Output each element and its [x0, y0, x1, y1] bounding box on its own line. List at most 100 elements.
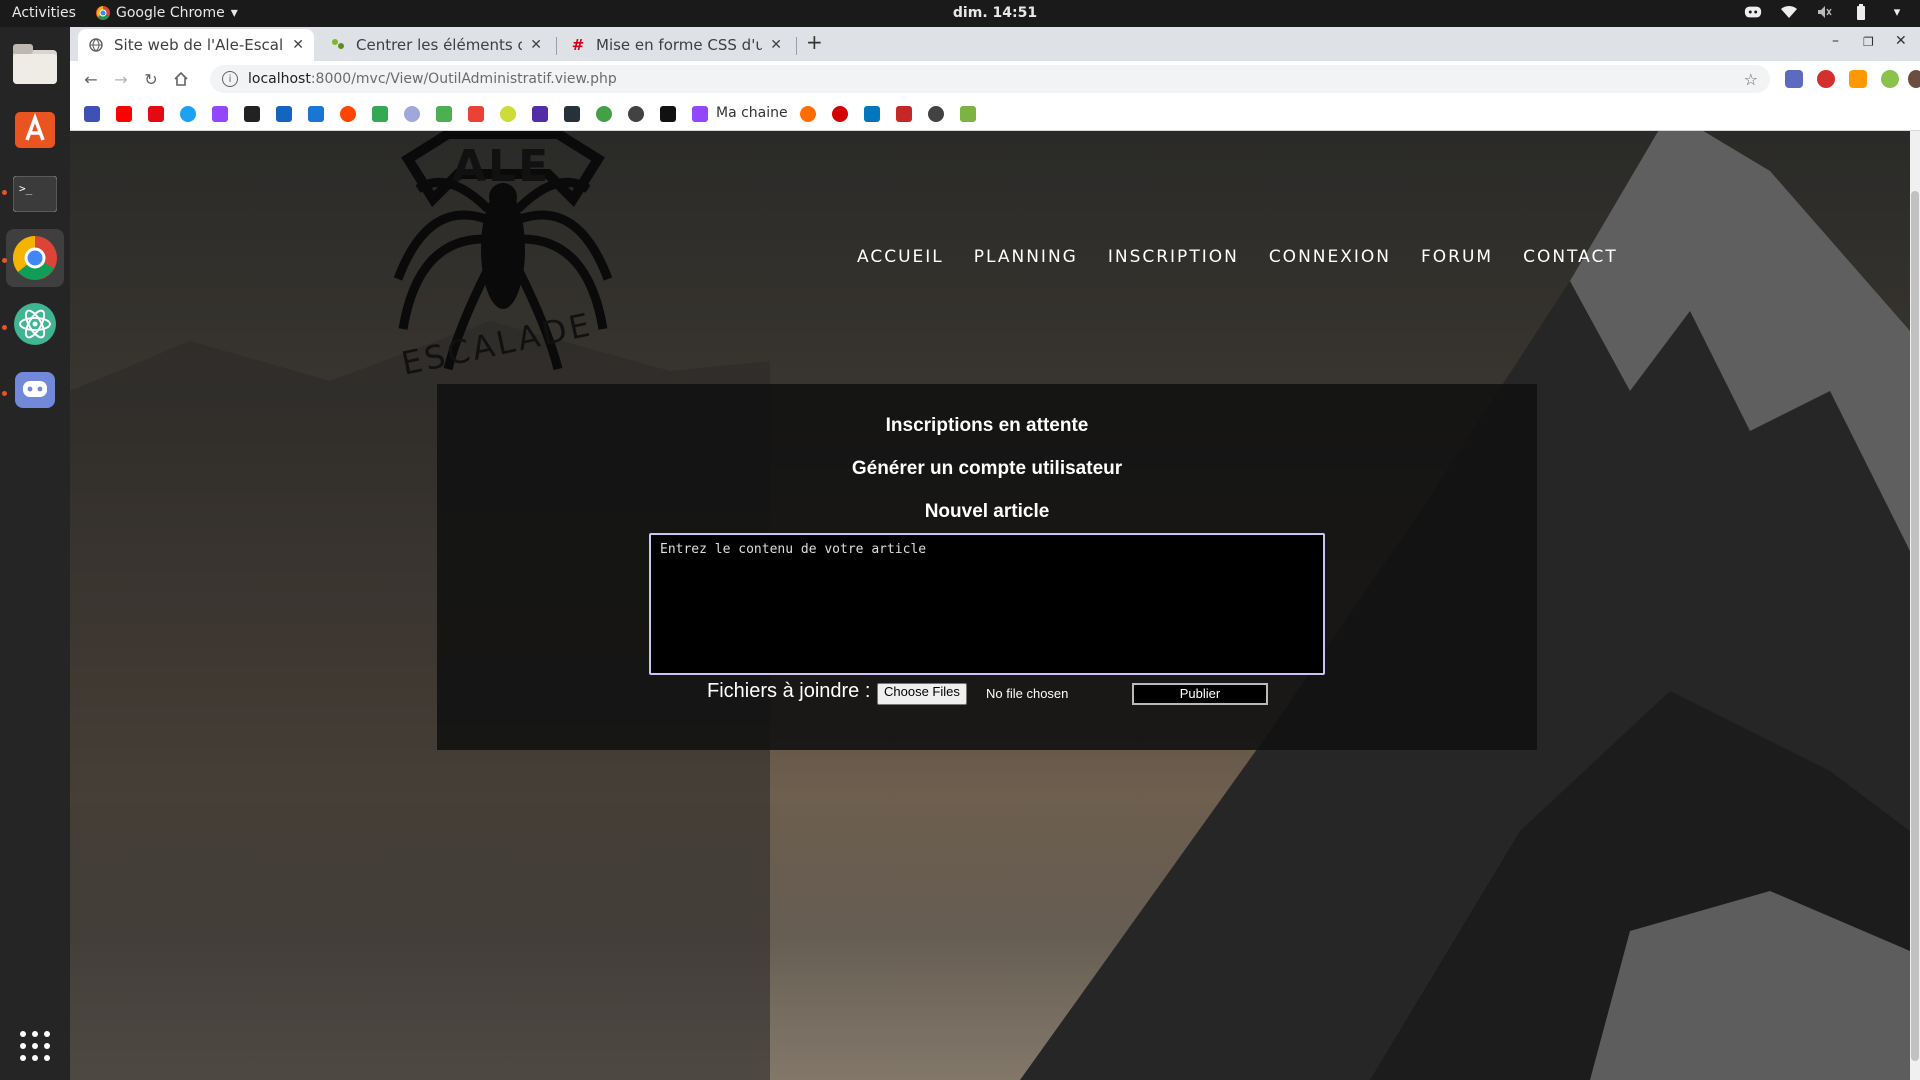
address-bar[interactable]: i localhost :8000/mvc/View/OutilAdminist… — [210, 65, 1770, 93]
dock: >_ — [0, 27, 70, 1080]
gif-icon[interactable] — [308, 106, 324, 122]
ubuntu-software-icon — [15, 112, 55, 148]
logo-text-ale: ALE — [452, 141, 551, 192]
bookmark-icon[interactable] — [84, 106, 100, 122]
tab-ale-escalade[interactable]: Site web de l'Ale-Escalade ✕ — [78, 29, 314, 61]
nav-forum[interactable]: FORUM — [1421, 247, 1493, 267]
bookmark-icon[interactable] — [896, 106, 912, 122]
tab-title: Centrer les éléments ou u — [356, 36, 523, 54]
minimize-icon[interactable]: – — [1832, 33, 1839, 49]
bookmark-icon[interactable] — [244, 106, 260, 122]
bookmark-icon[interactable] — [660, 106, 676, 122]
clock[interactable]: dim. 14:51 — [0, 5, 1920, 21]
home-icon[interactable] — [170, 68, 192, 90]
show-apps-icon — [20, 1031, 50, 1061]
atom-icon — [14, 303, 56, 345]
bookmark-icon[interactable] — [864, 106, 880, 122]
nav-accueil[interactable]: ACCUEIL — [857, 247, 944, 267]
close-window-icon[interactable]: ✕ — [1895, 33, 1907, 49]
globe-icon — [88, 37, 104, 53]
tab-centrer-elements[interactable]: Centrer les éléments ou u ✕ — [320, 29, 552, 61]
bookmark-star-icon[interactable]: ☆ — [1744, 70, 1758, 89]
site-info-icon[interactable]: i — [222, 71, 238, 87]
no-file-chosen-text: No file chosen — [986, 686, 1069, 701]
openclassrooms-icon — [330, 37, 346, 53]
url-host: localhost — [248, 71, 311, 87]
gmail-icon[interactable] — [468, 106, 484, 122]
tab-title: Mise en forme CSS d'un fo — [596, 36, 763, 54]
twitch-icon[interactable] — [692, 106, 708, 122]
tab-title: Site web de l'Ale-Escalade — [114, 36, 284, 54]
tab-strip: Site web de l'Ale-Escalade ✕ Centrer les… — [70, 27, 1920, 61]
wifi-icon[interactable] — [1780, 4, 1798, 20]
extension-icon[interactable] — [1881, 70, 1899, 88]
generate-account-link[interactable]: Générer un compte utilisateur — [437, 458, 1537, 480]
hash-icon: # — [571, 36, 585, 54]
google-drive-icon[interactable] — [372, 106, 388, 122]
bookmark-icon[interactable] — [276, 106, 292, 122]
bookmark-icon[interactable] — [596, 106, 612, 122]
discord-tray-icon[interactable] — [1744, 4, 1762, 20]
netflix-icon[interactable] — [148, 106, 164, 122]
discord-launcher[interactable] — [6, 361, 64, 419]
discord-icon — [15, 372, 55, 408]
bookmark-icon[interactable] — [960, 106, 976, 122]
close-tab-icon[interactable]: ✕ — [770, 37, 782, 53]
system-tray[interactable]: ▾ — [1744, 4, 1906, 20]
choose-files-button[interactable]: Choose Files — [877, 683, 967, 705]
scrollbar-thumb[interactable] — [1911, 191, 1919, 1061]
avatar[interactable] — [1908, 70, 1920, 88]
adblock-icon[interactable] — [1817, 70, 1835, 88]
files-launcher[interactable] — [6, 35, 64, 93]
admin-panel: Inscriptions en attente Générer un compt… — [437, 384, 1537, 750]
atom-launcher[interactable] — [6, 295, 64, 353]
pending-registrations-link[interactable]: Inscriptions en attente — [437, 415, 1537, 437]
volume-icon[interactable] — [1816, 4, 1834, 20]
site-navigation: ACCUEIL PLANNING INSCRIPTION CONNEXION F… — [857, 247, 1618, 267]
bookmark-ma-chaine[interactable]: Ma chaine — [716, 105, 788, 121]
browser-window: Site web de l'Ale-Escalade ✕ Centrer les… — [70, 27, 1920, 131]
tab-separator — [796, 37, 797, 55]
bookmark-icon[interactable] — [800, 106, 816, 122]
bookmark-icon[interactable] — [500, 106, 516, 122]
nav-connexion[interactable]: CONNEXION — [1269, 247, 1391, 267]
close-tab-icon[interactable]: ✕ — [530, 37, 542, 53]
bookmark-icon[interactable] — [628, 106, 644, 122]
battery-icon[interactable] — [1852, 4, 1870, 20]
youtube-icon[interactable] — [116, 106, 132, 122]
nav-inscription[interactable]: INSCRIPTION — [1108, 247, 1239, 267]
new-tab-icon[interactable]: + — [806, 30, 823, 54]
back-icon[interactable]: ← — [80, 68, 102, 90]
publish-button[interactable]: Publier — [1132, 683, 1268, 705]
reload-icon[interactable]: ↻ — [140, 68, 162, 90]
bookmark-icon[interactable] — [532, 106, 548, 122]
chrome-launcher[interactable] — [6, 229, 64, 287]
attach-files-label: Fichiers à joindre : — [707, 680, 871, 702]
extension-icon[interactable] — [1849, 70, 1867, 88]
bookmark-icon[interactable] — [404, 106, 420, 122]
forward-icon[interactable]: → — [110, 68, 132, 90]
page-scrollbar[interactable] — [1910, 131, 1920, 1080]
bookmark-icon[interactable] — [564, 106, 580, 122]
chevron-down-icon[interactable]: ▾ — [1888, 4, 1906, 20]
chrome-icon — [12, 235, 57, 280]
new-article-heading: Nouvel article — [924, 501, 1050, 522]
article-textarea[interactable]: Entrez le contenu de votre article — [649, 533, 1325, 675]
bookmark-icon[interactable] — [928, 106, 944, 122]
url-path: :8000/mvc/View/OutilAdministratif.view.p… — [310, 71, 617, 87]
reddit-icon[interactable] — [340, 106, 356, 122]
show-applications-button[interactable] — [6, 1017, 64, 1075]
nav-planning[interactable]: PLANNING — [974, 247, 1078, 267]
bookmark-icon[interactable] — [436, 106, 452, 122]
close-tab-icon[interactable]: ✕ — [292, 37, 304, 53]
nav-contact[interactable]: CONTACT — [1523, 247, 1618, 267]
twitch-icon[interactable] — [212, 106, 228, 122]
twitter-icon[interactable] — [180, 106, 196, 122]
extension-icon[interactable] — [1785, 70, 1803, 88]
bookmark-icon[interactable] — [832, 106, 848, 122]
restore-icon[interactable]: ❐ — [1863, 35, 1874, 49]
terminal-launcher[interactable]: >_ — [6, 165, 64, 223]
system-top-bar: Activities Google Chrome ▾ dim. 14:51 ▾ — [0, 0, 1920, 27]
tab-mise-en-forme-css[interactable]: # Mise en forme CSS d'un fo ✕ — [560, 29, 792, 61]
ubuntu-software-launcher[interactable] — [6, 99, 64, 157]
